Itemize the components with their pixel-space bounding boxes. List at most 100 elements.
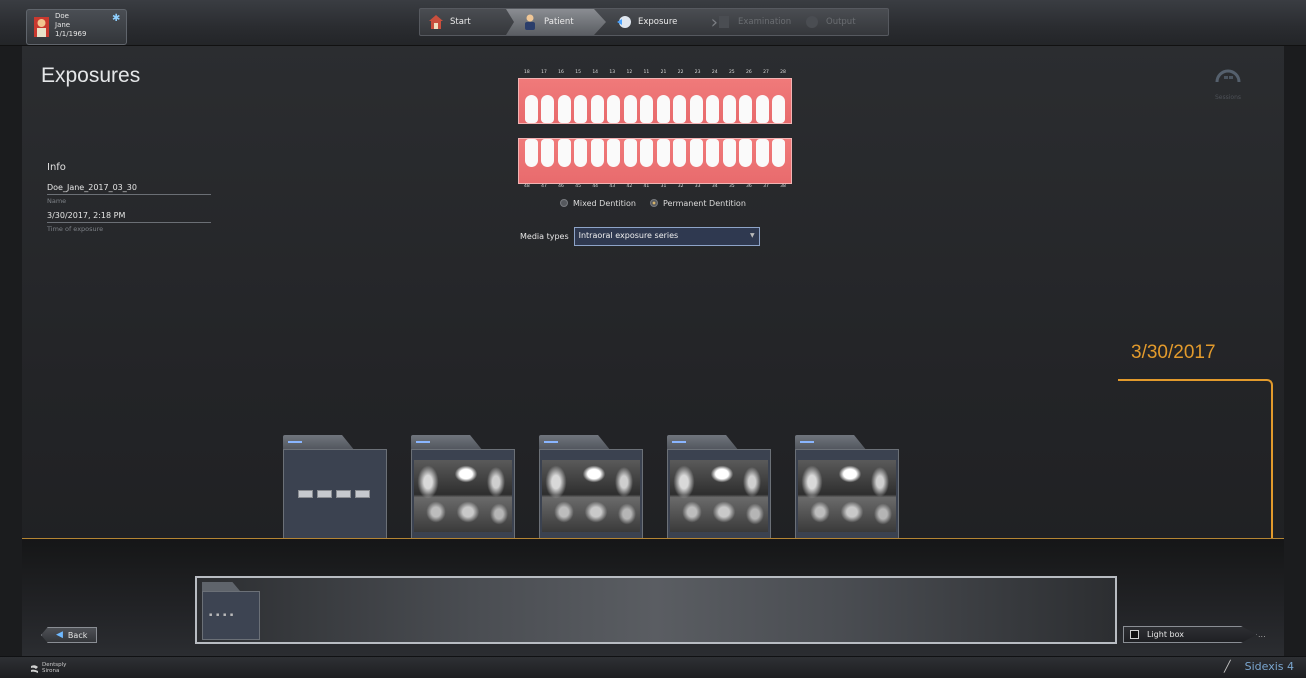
dentition-options: Mixed Dentition Permanent Dentition [560, 199, 746, 208]
tooth-23[interactable] [689, 95, 703, 123]
tray-folder[interactable]: ▪ ▪ ▪ ▪ [202, 582, 260, 640]
step-exposure[interactable]: Exposure › [616, 9, 718, 35]
patient-card[interactable]: Doe Jane 1/1/1969 ✱ [26, 9, 127, 45]
folder-body [411, 449, 515, 539]
light-box-icon [1130, 630, 1139, 639]
tooth-41[interactable] [640, 139, 654, 167]
upper-tooth-number: 16 [558, 70, 564, 75]
output-icon [806, 16, 818, 28]
tooth-26[interactable] [739, 95, 753, 123]
tooth-43[interactable] [607, 139, 621, 167]
tooth-36[interactable] [739, 139, 753, 167]
upper-tooth-number: 18 [524, 70, 530, 75]
timeline-bracket [1118, 379, 1273, 539]
product-label: Sidexis 4 [1244, 660, 1294, 673]
upper-tooth-number: 22 [677, 70, 684, 75]
dental-chart[interactable]: 18 17 16 15 14 13 12 11 21 22 23 24 25 26 27 28 48 47 46 4… [518, 70, 792, 194]
lower-tooth-numbers: 48 47 46 45 44 43 42 41 31 32 33 34 35 36 37 38 [518, 184, 792, 192]
tooth-24[interactable] [706, 95, 720, 123]
patient-name: Doe Jane 1/1/1969 [55, 12, 86, 39]
tooth-35[interactable] [722, 139, 736, 167]
lower-tooth-number: 36 [746, 184, 752, 189]
upper-tooth-number: 23 [694, 70, 701, 75]
tooth-42[interactable] [623, 139, 637, 167]
exposure-name-label: Name [47, 197, 67, 205]
lower-tooth-number: 34 [711, 184, 718, 189]
selection-tray[interactable]: ▪ ▪ ▪ ▪ [195, 576, 1117, 644]
permanent-dentition-label: Permanent Dentition [663, 199, 746, 208]
tooth-45[interactable] [574, 139, 588, 167]
lower-tooth-number: 45 [575, 184, 581, 189]
timeline-date: 3/30/2017 [1131, 342, 1216, 363]
step-start[interactable]: Start [428, 9, 508, 35]
tooth-48[interactable] [524, 139, 538, 167]
tooth-15[interactable] [574, 95, 588, 123]
step-output[interactable]: Output [804, 9, 884, 35]
tooth-27[interactable] [755, 95, 769, 123]
mixed-dentition-radio-indicator [560, 199, 568, 207]
tooth-46[interactable] [557, 139, 571, 167]
tooth-21[interactable] [656, 95, 670, 123]
upper-tooth-number: 15 [575, 70, 581, 75]
lower-tooth-number: 41 [643, 184, 650, 189]
tooth-11[interactable] [640, 95, 654, 123]
sessions-gauge-icon [1215, 69, 1241, 83]
sessions-button[interactable]: Sessions [1203, 64, 1253, 101]
tooth-13[interactable] [607, 95, 621, 123]
lower-tooth-number: 32 [677, 184, 684, 189]
tooth-44[interactable] [590, 139, 604, 167]
xray-folder[interactable] [539, 435, 643, 579]
light-box-button[interactable]: Light box [1123, 626, 1257, 643]
tooth-12[interactable] [623, 95, 637, 123]
tooth-18[interactable] [524, 95, 538, 123]
xray-folder[interactable] [411, 435, 515, 579]
tooth-47[interactable] [541, 139, 555, 167]
tooth-32[interactable] [673, 139, 687, 167]
brand-logo: Dentsply Sirona [30, 662, 66, 674]
upper-tooth-number: 28 [780, 70, 786, 75]
upper-tooth-number: 14 [592, 70, 599, 75]
tooth-22[interactable] [673, 95, 687, 123]
page-title: Exposures [41, 64, 141, 87]
brand-line-2: Sirona [42, 668, 60, 674]
examination-icon [719, 16, 729, 28]
step-patient[interactable]: Patient [506, 9, 606, 35]
upper-tooth-number: 17 [541, 70, 547, 75]
lower-jaw[interactable] [518, 138, 792, 184]
tooth-37[interactable] [755, 139, 769, 167]
tooth-38[interactable] [772, 139, 786, 167]
tooth-28[interactable] [772, 95, 786, 123]
patient-avatar-icon [34, 17, 49, 37]
media-types-select[interactable]: Intraoral exposure series ▼ [573, 227, 760, 246]
tooth-17[interactable] [541, 95, 555, 123]
main-panel: Exposures Info Doe_Jane_2017_03_30 Name … [22, 46, 1284, 656]
xray-folder[interactable] [667, 435, 771, 579]
upper-jaw[interactable] [518, 78, 792, 124]
xray-thumbnail [414, 460, 512, 532]
tooth-31[interactable] [656, 139, 670, 167]
back-arrow-icon: ◀ [56, 630, 63, 640]
mixed-dentition-radio[interactable]: Mixed Dentition [560, 199, 636, 208]
sessions-label: Sessions [1214, 94, 1242, 101]
tooth-25[interactable] [722, 95, 736, 123]
pin-icon[interactable]: ✱ [112, 13, 120, 24]
step-examination[interactable]: Examination [716, 9, 804, 35]
xray-folder[interactable] [795, 435, 899, 579]
folder-body [283, 449, 387, 539]
tooth-33[interactable] [689, 139, 703, 167]
xray-thumbnail [542, 460, 640, 532]
permanent-dentition-radio[interactable]: Permanent Dentition [650, 199, 746, 208]
tooth-14[interactable] [590, 95, 604, 123]
tooth-34[interactable] [706, 139, 720, 167]
patient-last-name: Doe [55, 12, 69, 20]
lower-tooth-number: 37 [763, 184, 769, 189]
exposure-series-folder[interactable] [283, 435, 387, 579]
lower-tooth-number: 38 [780, 184, 786, 189]
timeline-baseline [22, 538, 1284, 539]
back-button[interactable]: ◀ Back [41, 627, 97, 643]
tooth-16[interactable] [557, 95, 571, 123]
info-header: Info [47, 162, 66, 173]
patient-dob: 1/1/1969 [55, 30, 87, 38]
patient-icon [525, 14, 535, 30]
light-box-more-button[interactable]: ... [1258, 630, 1266, 639]
